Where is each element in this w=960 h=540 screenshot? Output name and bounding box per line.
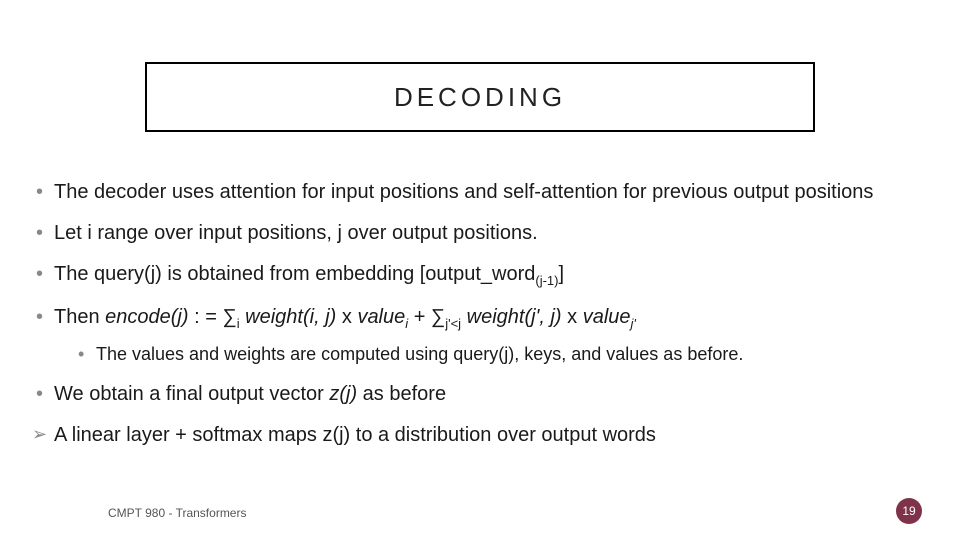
bullet-4: Then encode(j) : = ∑i weight(i, j) x val… [30, 305, 930, 366]
b4-w2: weight(j', j) [467, 306, 562, 328]
bullet-3-pre: The query(j) is obtained from embedding … [54, 263, 535, 285]
b4-sub3: j'<j [445, 316, 461, 331]
bullet-5: We obtain a final output vector z(j) as … [30, 382, 930, 407]
slide: DECODING The decoder uses attention for … [0, 0, 960, 540]
b4-w1: weight(i, j) [245, 306, 336, 328]
bullet-list: The decoder uses attention for input pos… [30, 180, 930, 448]
content-area: The decoder uses attention for input pos… [30, 180, 930, 464]
bullet-1-text: The decoder uses attention for input pos… [54, 181, 873, 203]
b4-sub4: j' [631, 316, 636, 331]
b4-enc: encode(j) [105, 306, 188, 328]
slide-title: DECODING [394, 82, 566, 113]
footer: CMPT 980 - Transformers 19 [0, 496, 960, 520]
bullet-3-sub: (j-1) [535, 273, 558, 288]
b4-v2: value [583, 306, 631, 328]
b5-z: z(j) [329, 383, 357, 405]
sub-bullet-1-text: The values and weights are computed usin… [96, 344, 743, 364]
b4-pre: Then [54, 306, 105, 328]
b4-mid4: + ∑ [408, 306, 445, 328]
bullet-2-text: Let i range over input positions, j over… [54, 222, 538, 244]
b4-mid1: : = ∑ [189, 306, 237, 328]
b4-mid3: x [336, 306, 357, 328]
bullet-6: A linear layer + softmax maps z(j) to a … [30, 423, 930, 448]
sub-bullet-list: The values and weights are computed usin… [54, 343, 930, 366]
bullet-6-text: A linear layer + softmax maps z(j) to a … [54, 424, 656, 446]
b4-mid6: x [562, 306, 583, 328]
bullet-3-post: ] [559, 263, 565, 285]
bullet-1: The decoder uses attention for input pos… [30, 180, 930, 205]
page-number: 19 [902, 504, 915, 518]
sub-bullet-1: The values and weights are computed usin… [72, 343, 930, 366]
b4-v1: value [357, 306, 405, 328]
bullet-2: Let i range over input positions, j over… [30, 221, 930, 246]
bullet-3: The query(j) is obtained from embedding … [30, 262, 930, 289]
footer-course: CMPT 980 - Transformers [108, 506, 246, 520]
page-number-badge: 19 [896, 498, 922, 524]
b5-pre: We obtain a final output vector [54, 383, 329, 405]
title-box: DECODING [145, 62, 815, 132]
b5-post: as before [357, 383, 446, 405]
